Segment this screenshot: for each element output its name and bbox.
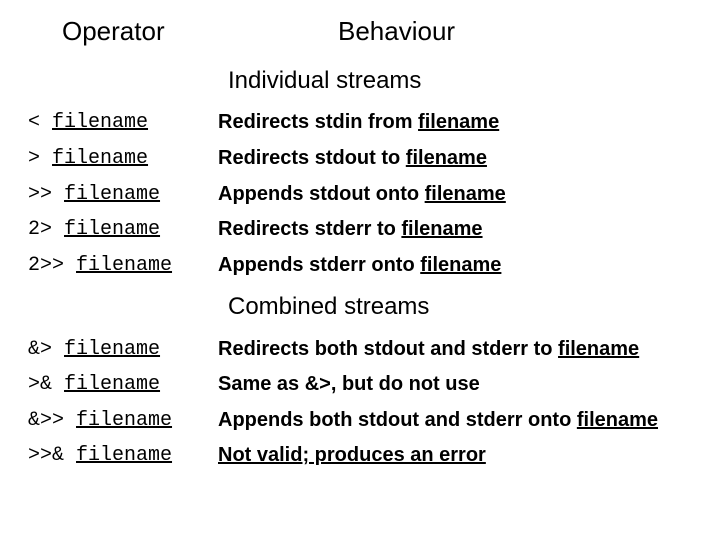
operator-cell: &> filename	[28, 332, 218, 368]
filename-link[interactable]: filename	[52, 111, 148, 134]
table-row: > filename Redirects stdout to filename	[28, 141, 692, 177]
table-row: >> filename Appends stdout onto filename	[28, 177, 692, 213]
section-individual: Individual streams	[218, 57, 692, 105]
filename-link[interactable]: filename	[558, 338, 639, 360]
behaviour-cell: Redirects stderr to filename	[218, 212, 692, 248]
operator-cell: >> filename	[28, 177, 218, 213]
behaviour-cell: Redirects stdin from filename	[218, 105, 692, 141]
table-row: 2> filename Redirects stderr to filename	[28, 212, 692, 248]
behaviour-cell: Same as &>, but do not use	[218, 367, 692, 403]
behaviour-text: Redirects stdin from	[218, 111, 418, 133]
operator-symbol: >	[28, 147, 52, 170]
table-row: >>& filename Not valid; produces an erro…	[28, 438, 692, 474]
filename-link[interactable]: filename	[76, 444, 172, 467]
table-row: &> filename Redirects both stdout and st…	[28, 332, 692, 368]
slide: Operator Behaviour Individual streams < …	[0, 0, 720, 540]
header-operator: Operator	[28, 12, 218, 57]
behaviour-text: Redirects stderr to	[218, 218, 401, 240]
section-row-individual: Individual streams	[28, 57, 692, 105]
filename-link[interactable]: filename	[64, 373, 160, 396]
operator-cell: >& filename	[28, 367, 218, 403]
operator-cell: >>& filename	[28, 438, 218, 474]
table-row: >& filename Same as &>, but do not use	[28, 367, 692, 403]
filename-link[interactable]: filename	[425, 183, 506, 205]
operator-symbol: <	[28, 111, 52, 134]
operator-symbol: 2>>	[28, 254, 76, 277]
filename-link[interactable]: filename	[76, 409, 172, 432]
filename-link[interactable]: filename	[401, 218, 482, 240]
operator-symbol: 2>	[28, 218, 64, 241]
operator-symbol: >>&	[28, 444, 76, 467]
operator-symbol: >&	[28, 373, 64, 396]
filename-link[interactable]: filename	[64, 338, 160, 361]
behaviour-cell: Redirects stdout to filename	[218, 141, 692, 177]
filename-link[interactable]: filename	[76, 254, 172, 277]
behaviour-cell: Appends stdout onto filename	[218, 177, 692, 213]
header-row: Operator Behaviour	[28, 12, 692, 57]
filename-link[interactable]: filename	[406, 147, 487, 169]
table-row: 2>> filename Appends stderr onto filenam…	[28, 248, 692, 284]
behaviour-text: Appends both stdout and stderr onto	[218, 409, 577, 431]
behaviour-text: Appends stdout onto	[218, 183, 425, 205]
header-behaviour: Behaviour	[218, 12, 692, 57]
behaviour-cell: Not valid; produces an error	[218, 438, 692, 474]
operator-symbol: >>	[28, 183, 64, 206]
filename-link[interactable]: filename	[64, 218, 160, 241]
behaviour-text: Not valid; produces an error	[218, 444, 486, 466]
redirection-table: Operator Behaviour Individual streams < …	[28, 12, 692, 474]
behaviour-text: Same as &>, but do not use	[218, 373, 480, 395]
filename-link[interactable]: filename	[52, 147, 148, 170]
operator-cell: > filename	[28, 141, 218, 177]
operator-cell: 2> filename	[28, 212, 218, 248]
table-row: < filename Redirects stdin from filename	[28, 105, 692, 141]
behaviour-cell: Appends stderr onto filename	[218, 248, 692, 284]
operator-symbol: &>>	[28, 409, 76, 432]
filename-link[interactable]: filename	[418, 111, 499, 133]
filename-link[interactable]: filename	[577, 409, 658, 431]
behaviour-text: Appends stderr onto	[218, 254, 420, 276]
operator-cell: 2>> filename	[28, 248, 218, 284]
table-row: &>> filename Appends both stdout and std…	[28, 403, 692, 439]
behaviour-cell: Redirects both stdout and stderr to file…	[218, 332, 692, 368]
section-combined: Combined streams	[218, 283, 692, 331]
section-row-combined: Combined streams	[28, 283, 692, 331]
filename-link[interactable]: filename	[64, 183, 160, 206]
behaviour-text: Redirects stdout to	[218, 147, 406, 169]
behaviour-cell: Appends both stdout and stderr onto file…	[218, 403, 692, 439]
operator-cell: &>> filename	[28, 403, 218, 439]
operator-cell: < filename	[28, 105, 218, 141]
behaviour-text: Redirects both stdout and stderr to	[218, 338, 558, 360]
operator-symbol: &>	[28, 338, 64, 361]
filename-link[interactable]: filename	[420, 254, 501, 276]
